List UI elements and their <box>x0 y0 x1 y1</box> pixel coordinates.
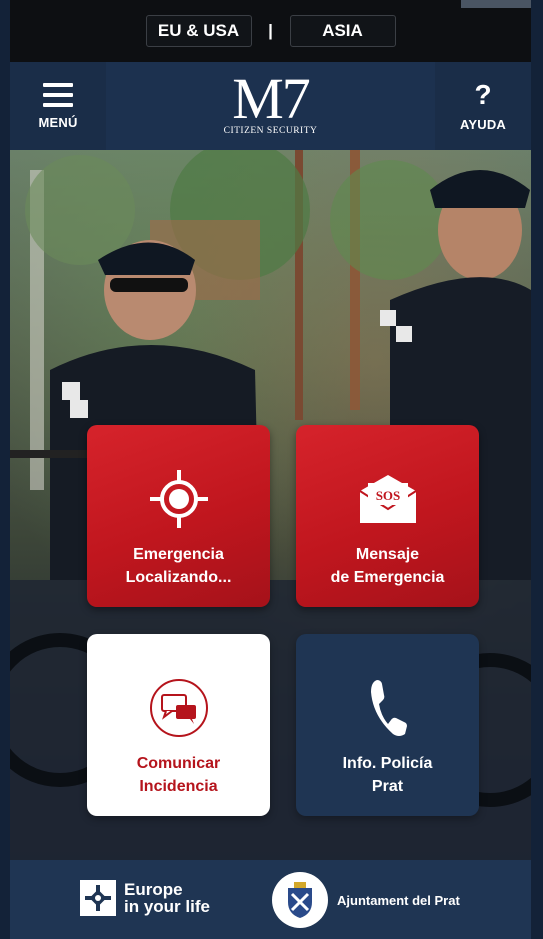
hamburger-icon <box>43 82 73 107</box>
tile-label-line2: Localizando... <box>125 569 232 586</box>
tile-label-line1: Info. Policía <box>342 755 433 772</box>
region-eu-usa-button[interactable]: EU & USA <box>145 15 252 47</box>
eu-star-icon <box>80 880 116 916</box>
app-frame: EU & USA | ASIA MENÚ M7 CITIZEN SECURITY… <box>0 0 543 939</box>
logo-title: M7 <box>232 66 311 131</box>
report-incident-tile[interactable]: Comunicar Incidencia <box>87 634 270 816</box>
help-button[interactable]: ? AYUDA <box>435 62 531 150</box>
footer-bar: Europe in your life Ajuntament del Prat <box>10 860 531 939</box>
eu-line1: Europe <box>124 880 183 899</box>
chat-bubbles-icon <box>148 678 210 738</box>
question-mark-icon: ? <box>474 78 492 110</box>
phone-icon <box>363 678 413 738</box>
hero-photo-area: Emergencia Localizando... SOS Mensaje de… <box>10 150 531 860</box>
city-crest-icon <box>272 872 328 928</box>
menu-label: MENÚ <box>38 114 78 130</box>
menu-button[interactable]: MENÚ <box>10 62 106 150</box>
police-info-tile[interactable]: Info. Policía Prat <box>296 634 479 816</box>
region-selector-bar: EU & USA | ASIA <box>10 0 531 62</box>
sos-text: SOS <box>375 488 400 503</box>
europe-in-your-life-logo[interactable]: Europe in your life <box>80 880 210 916</box>
app-header: MENÚ M7 CITIZEN SECURITY ? AYUDA <box>10 62 531 150</box>
emergency-message-tile[interactable]: SOS Mensaje de Emergencia <box>296 425 479 607</box>
city-label: Ajuntament del Prat <box>337 892 460 908</box>
region-asia-button[interactable]: ASIA <box>289 15 396 47</box>
m7-logo: M7 CITIZEN SECURITY <box>211 66 331 137</box>
sos-envelope-icon: SOS <box>356 469 420 529</box>
tile-label-line1: Comunicar <box>136 755 221 772</box>
tile-label-line2: de Emergencia <box>330 569 445 586</box>
help-label: AYUDA <box>459 116 507 132</box>
eu-line2: in your life <box>124 897 210 916</box>
crosshair-icon <box>148 469 210 529</box>
tile-label-line1: Mensaje <box>355 546 420 563</box>
tile-label-line2: Incidencia <box>139 778 218 795</box>
emergency-locating-tile[interactable]: Emergencia Localizando... <box>87 425 270 607</box>
tile-label-line2: Prat <box>371 778 404 795</box>
ajuntament-prat-logo[interactable]: Ajuntament del Prat <box>272 872 460 928</box>
tile-label-line1: Emergencia <box>133 546 224 563</box>
region-separator: | <box>268 21 273 40</box>
corner-tab <box>461 0 531 8</box>
logo-subtitle: CITIZEN SECURITY <box>223 126 318 136</box>
